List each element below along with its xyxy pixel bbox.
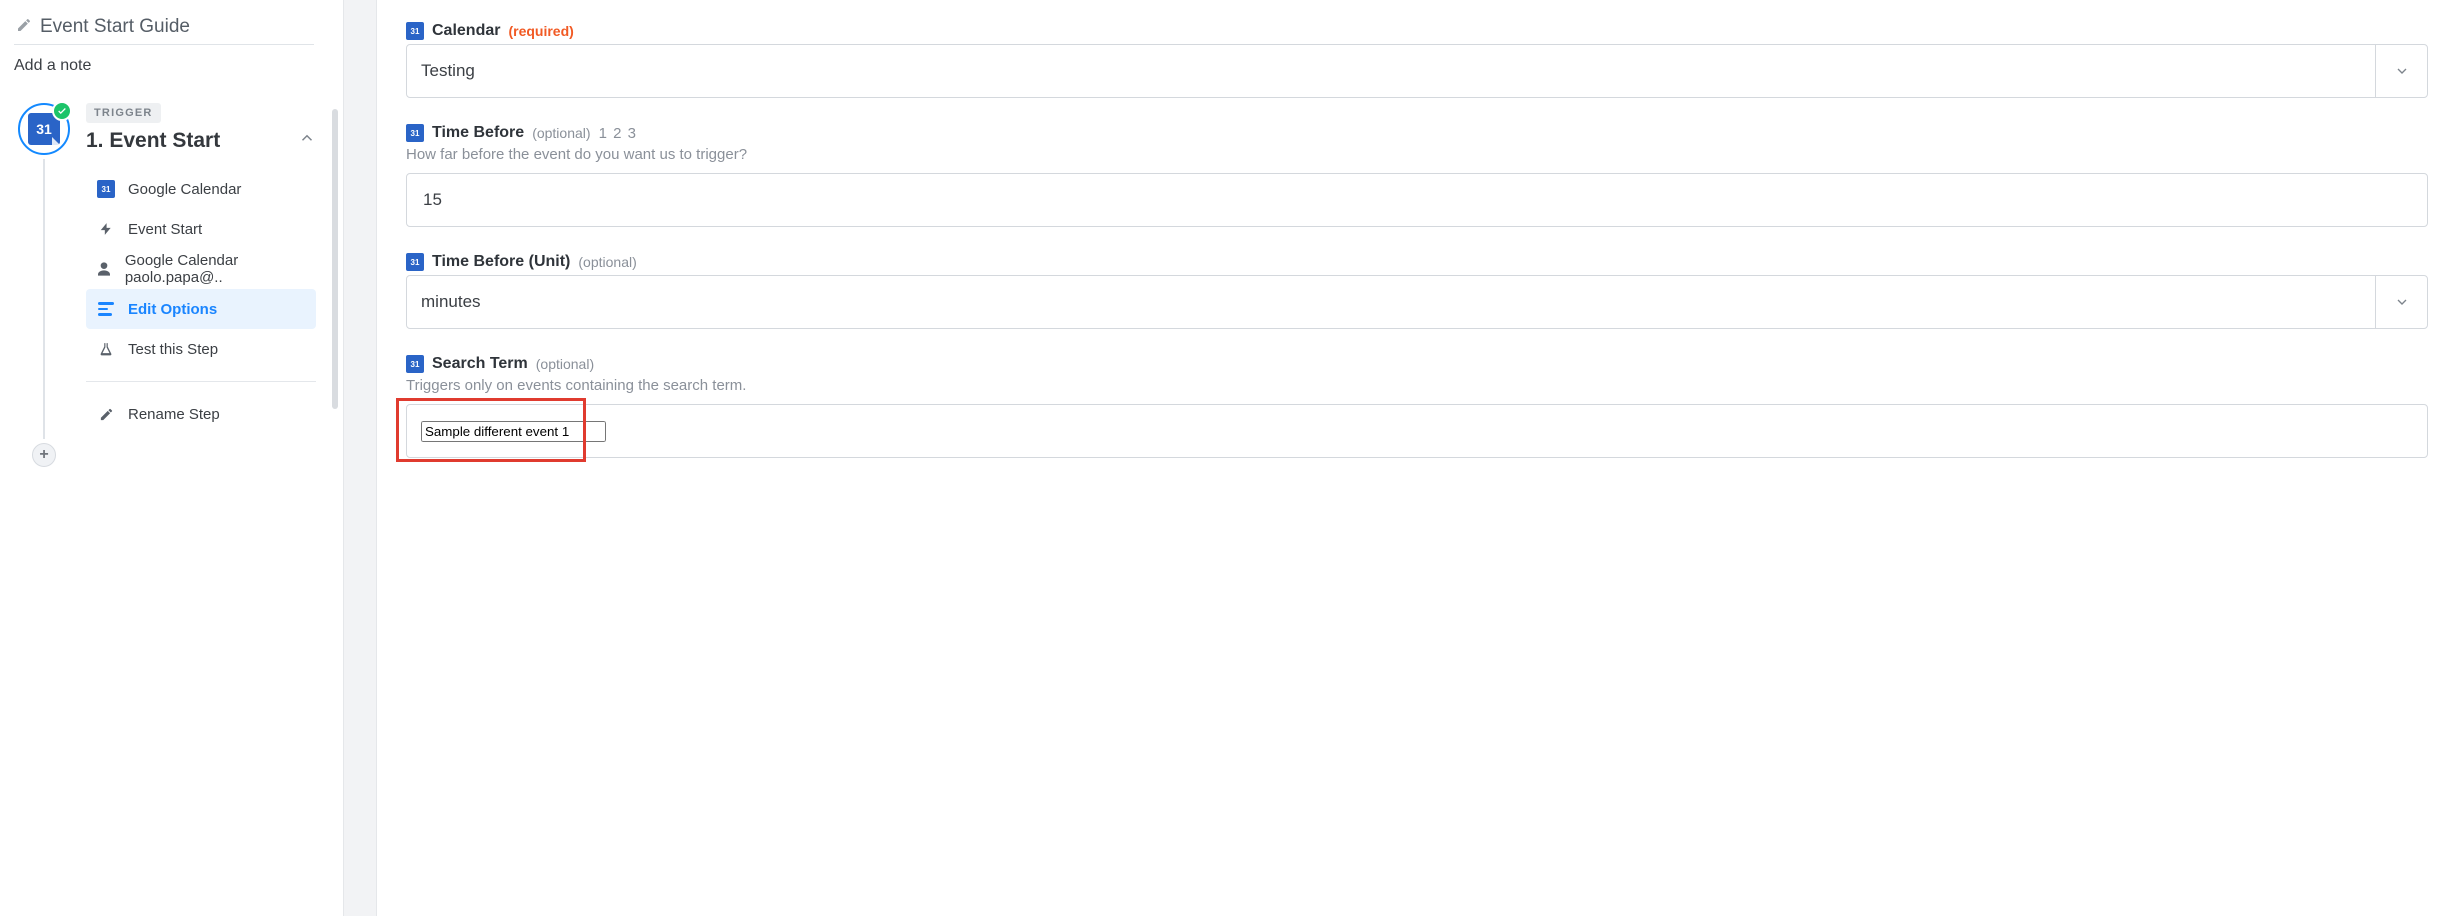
label-text: Time Before	[432, 124, 524, 142]
field-label-time-before-unit: Time Before (Unit) (optional)	[406, 253, 2428, 271]
optional-tag: (optional)	[532, 125, 590, 141]
nav-item-app[interactable]: Google Calendar	[86, 169, 316, 209]
calendar-select[interactable]: Testing	[406, 44, 2428, 98]
label-text: Calendar	[432, 22, 500, 40]
nav-item-trigger[interactable]: Event Start	[86, 209, 316, 249]
label-text: Search Term	[432, 355, 528, 373]
person-icon	[96, 261, 113, 277]
panel-divider	[330, 0, 390, 916]
divider	[86, 381, 316, 382]
workflow-title-row[interactable]: Event Start Guide	[14, 14, 314, 45]
label-text: Time Before (Unit)	[432, 253, 570, 271]
type-hint: 1 2 3	[599, 125, 637, 142]
optional-tag: (optional)	[578, 254, 636, 270]
input-value[interactable]	[421, 189, 2413, 211]
select-value: Testing	[407, 61, 2375, 81]
options-form: Calendar (required) Testing Time Before …	[390, 0, 2444, 916]
nav-label: Test this Step	[128, 341, 218, 358]
scrollbar[interactable]	[332, 109, 338, 409]
calendar-icon	[406, 355, 424, 373]
pencil-icon	[16, 17, 32, 38]
step-nav-list: Google Calendar Event Start	[86, 169, 316, 434]
calendar-icon	[406, 22, 424, 40]
time-before-input[interactable]	[406, 173, 2428, 227]
optional-tag: (optional)	[536, 356, 594, 372]
step-app-badge[interactable]	[18, 103, 70, 155]
input-value[interactable]	[421, 421, 606, 442]
field-label-calendar: Calendar (required)	[406, 22, 2428, 40]
nav-item-account[interactable]: Google Calendar paolo.papa@..	[86, 249, 316, 289]
field-label-time-before: Time Before (optional) 1 2 3	[406, 124, 2428, 142]
nav-label: Google Calendar paolo.papa@..	[125, 252, 306, 286]
add-note-link[interactable]: Add a note	[14, 57, 330, 75]
nav-label: Google Calendar	[128, 181, 241, 198]
step-badge-column: +	[14, 103, 74, 467]
step-header[interactable]: 1. Event Start	[86, 129, 316, 153]
calendar-icon	[406, 253, 424, 271]
nav-item-rename[interactable]: Rename Step	[86, 394, 316, 434]
flask-icon	[96, 341, 116, 357]
select-value: minutes	[407, 292, 2375, 312]
nav-item-test[interactable]: Test this Step	[86, 329, 316, 369]
calendar-icon	[97, 180, 115, 198]
sliders-icon	[96, 302, 116, 316]
field-help-text: Triggers only on events containing the s…	[406, 377, 2428, 394]
chevron-up-icon	[298, 129, 316, 153]
step-title: 1. Event Start	[86, 129, 220, 153]
connector-line	[43, 159, 45, 439]
step-type-tag: TRIGGER	[86, 103, 161, 123]
required-tag: (required)	[508, 23, 573, 39]
chevron-down-icon	[2375, 45, 2427, 97]
nav-item-edit-options[interactable]: Edit Options	[86, 289, 316, 329]
add-step-button[interactable]: +	[32, 443, 56, 467]
check-icon	[52, 101, 72, 121]
field-label-search-term: Search Term (optional)	[406, 355, 2428, 373]
calendar-icon	[406, 124, 424, 142]
nav-label: Rename Step	[128, 406, 220, 423]
field-help-text: How far before the event do you want us …	[406, 146, 2428, 163]
chevron-down-icon	[2375, 276, 2427, 328]
workflow-title: Event Start Guide	[40, 16, 190, 38]
sidebar: Event Start Guide Add a note + TRIGGER	[0, 0, 330, 916]
time-before-unit-select[interactable]: minutes	[406, 275, 2428, 329]
search-term-input[interactable]	[406, 404, 2428, 458]
nav-label: Event Start	[128, 221, 202, 238]
bolt-icon	[96, 221, 116, 237]
pencil-icon	[96, 407, 116, 422]
nav-label: Edit Options	[128, 301, 217, 318]
